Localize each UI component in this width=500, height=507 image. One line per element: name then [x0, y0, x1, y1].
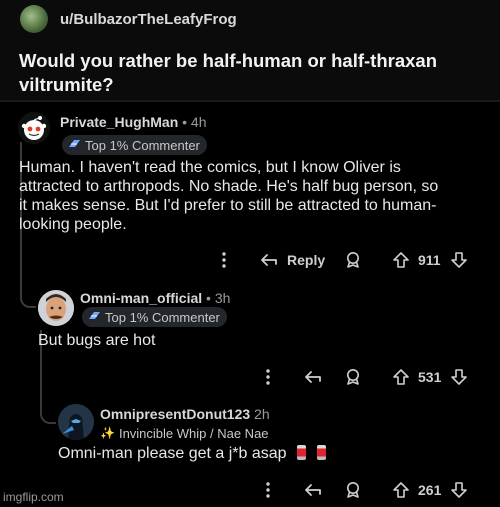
top-commenter-icon	[88, 310, 101, 324]
comment-actions: 531	[0, 365, 500, 389]
header-divider	[0, 100, 500, 102]
comment-omni-man-official: Omni-man_official • 3h Top 1% Commenter …	[0, 282, 500, 392]
award-button[interactable]	[344, 248, 362, 272]
vote-score: 911	[418, 252, 441, 268]
top-commenter-icon	[68, 138, 81, 152]
comment-username[interactable]: Omni-man_official • 3h	[80, 290, 230, 306]
comment-time: • 4h	[182, 114, 207, 130]
upvote-button[interactable]	[392, 248, 410, 272]
award-icon	[347, 252, 359, 268]
soda-can-icon	[297, 445, 307, 460]
downvote-icon	[451, 369, 467, 385]
upvote-button[interactable]	[392, 365, 410, 389]
reply-label: Reply	[287, 252, 326, 268]
more-options-button[interactable]	[265, 365, 271, 389]
sparkles-icon: ✨	[100, 426, 115, 440]
award-button[interactable]	[344, 365, 362, 389]
avatar[interactable]	[58, 404, 94, 440]
flair-text: Top 1% Commenter	[85, 137, 200, 153]
downvote-icon	[451, 252, 467, 268]
username-text[interactable]: Omni-man_official	[80, 290, 202, 306]
comment-actions: 261	[0, 478, 500, 502]
comment-body: Human. I haven't read the comics, but I …	[19, 159, 439, 233]
comment-time: 2h	[254, 406, 270, 422]
more-options-button[interactable]	[221, 248, 227, 272]
upvote-icon	[393, 482, 409, 498]
comment-private-hughman: Private_HughMan • 4h Top 1% Commenter Hu…	[0, 104, 500, 274]
award-icon	[347, 369, 359, 385]
username-text[interactable]: OmnipresentDonut123	[100, 406, 250, 422]
nightwing-avatar-icon	[58, 404, 94, 440]
comment-body: But bugs are hot	[38, 332, 156, 349]
upvote-icon	[393, 252, 409, 268]
avatar[interactable]	[18, 112, 50, 144]
snoo-avatar-icon	[21, 116, 47, 140]
comment-username[interactable]: Private_HughMan • 4h	[60, 114, 207, 130]
reply-button[interactable]: Reply	[259, 248, 325, 272]
more-icon	[222, 252, 226, 268]
omni-man-avatar-icon	[38, 290, 74, 326]
award-icon	[347, 482, 359, 498]
imgflip-watermark: imgflip.com	[3, 490, 64, 504]
comment-omnipresentdonut123: OmnipresentDonut123 2h ✨ Invincible Whip…	[0, 400, 500, 507]
user-flair: ✨ Invincible Whip / Nae Nae	[100, 423, 276, 443]
avatar[interactable]	[38, 290, 74, 326]
comment-body-text: Omni-man please get a j*b asap	[58, 445, 287, 462]
downvote-icon	[451, 482, 467, 498]
user-flair: Top 1% Commenter	[62, 135, 207, 155]
downvote-button[interactable]	[450, 365, 468, 389]
flair-text: Invincible Whip / Nae Nae	[118, 425, 269, 441]
upvote-icon	[393, 369, 409, 385]
vote-score: 531	[418, 369, 442, 385]
soda-can-icon	[317, 445, 327, 460]
user-flair: Top 1% Commenter	[82, 307, 227, 327]
downvote-button[interactable]	[450, 248, 468, 272]
username-text[interactable]: Private_HughMan	[60, 114, 178, 130]
reply-button[interactable]	[303, 478, 323, 502]
upvote-button[interactable]	[392, 478, 410, 502]
more-options-button[interactable]	[265, 478, 271, 502]
reply-button[interactable]	[303, 365, 323, 389]
post-header: u/BulbazorTheLeafyFrog Would you rather …	[0, 0, 500, 100]
more-icon	[266, 482, 270, 498]
award-button[interactable]	[344, 478, 362, 502]
comment-username[interactable]: OmnipresentDonut123 2h	[100, 406, 270, 422]
post-title[interactable]: Would you rather be half-human or half-t…	[19, 49, 489, 97]
reply-arrow-icon	[305, 484, 321, 496]
post-author-username[interactable]: u/BulbazorTheLeafyFrog	[60, 11, 237, 28]
reply-arrow-icon	[305, 371, 321, 383]
post-author-avatar[interactable]	[20, 5, 48, 33]
flair-text: Top 1% Commenter	[105, 309, 220, 325]
downvote-button[interactable]	[450, 478, 468, 502]
comment-time: • 3h	[206, 290, 231, 306]
vote-score: 261	[418, 482, 442, 498]
comment-body: Omni-man please get a j*b asap	[58, 444, 458, 463]
comment-actions: Reply 911	[0, 248, 500, 272]
more-icon	[266, 369, 270, 385]
reply-arrow-icon	[261, 254, 277, 266]
